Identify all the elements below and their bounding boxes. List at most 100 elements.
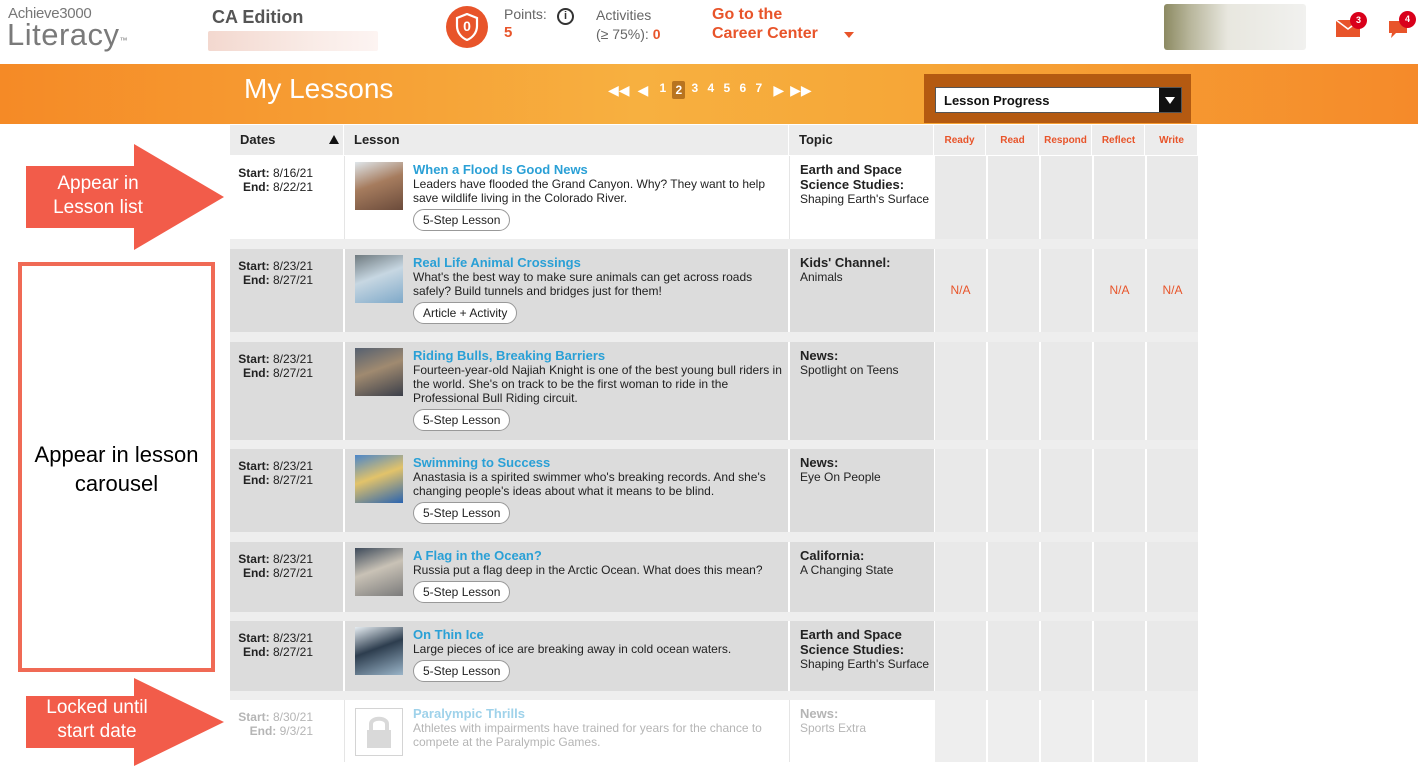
prev-page-icon[interactable]: ◀: [638, 83, 649, 97]
page-link-3[interactable]: 3: [688, 81, 701, 99]
lesson-thumbnail[interactable]: [355, 548, 403, 596]
progress-cell: [1093, 449, 1145, 532]
activities-label: Activities (≥ 75%): 0: [596, 6, 661, 44]
table-row[interactable]: Start: 8/23/21 End: 8/27/21 Riding Bulls…: [230, 342, 1198, 440]
table-row[interactable]: Start: 8/23/21 End: 8/27/21 On Thin Ice …: [230, 621, 1198, 691]
page-link-6[interactable]: 6: [736, 81, 749, 99]
lesson-type-button[interactable]: 5-Step Lesson: [413, 502, 511, 524]
dates-header-label: Dates: [240, 132, 276, 147]
progress-value: N/A: [1109, 283, 1130, 297]
annotation-carousel: Appear in lesson carousel: [34, 442, 199, 496]
topic-subcategory: Sports Extra: [800, 721, 867, 735]
start-label: Start:: [238, 352, 270, 366]
table-row[interactable]: Start: 8/23/21 End: 8/27/21 Real Life An…: [230, 249, 1198, 332]
lesson-title-link[interactable]: On Thin Ice: [413, 627, 788, 642]
lesson-type-button[interactable]: 5-Step Lesson: [413, 209, 511, 231]
annotation-carousel-box: Appear in lesson carousel: [18, 262, 215, 672]
lesson-thumbnail[interactable]: [355, 255, 403, 303]
logo-product[interactable]: Literacy™: [7, 17, 128, 53]
end-date: 9/3/21: [279, 724, 313, 738]
progress-cell: [987, 542, 1039, 612]
page-link-1[interactable]: 1: [656, 81, 669, 99]
progress-cell: [934, 542, 986, 612]
end-label: End:: [242, 180, 270, 194]
lesson-description: Fourteen-year-old Najiah Knight is one o…: [413, 363, 782, 405]
page-link-2[interactable]: 2: [672, 81, 686, 99]
start-label: Start:: [238, 631, 270, 645]
topic-subcategory: Animals: [800, 270, 843, 284]
lesson-thumbnail[interactable]: [355, 455, 403, 503]
lesson-topic: California: A Changing State: [789, 542, 934, 612]
progress-cell: [987, 449, 1039, 532]
lesson-title-link[interactable]: Real Life Animal Crossings: [413, 255, 788, 270]
lesson-type-button[interactable]: 5-Step Lesson: [413, 581, 511, 603]
progress-header-reflect: Reflect: [1093, 125, 1145, 155]
progress-cell: [1040, 621, 1092, 691]
start-label: Start:: [238, 166, 270, 180]
topic-header: Topic: [789, 125, 934, 155]
lesson-cell: A Flag in the Ocean? Russia put a flag d…: [344, 542, 788, 612]
page-link-4[interactable]: 4: [704, 81, 717, 99]
progress-cell: [987, 249, 1039, 332]
progress-cell: [987, 156, 1039, 239]
lesson-topic: Earth and Space Science Studies: Shaping…: [789, 156, 934, 239]
row-separator: [230, 332, 1198, 342]
row-separator: [230, 440, 1198, 449]
first-page-icon[interactable]: ◀◀: [608, 83, 630, 97]
lesson-title-link[interactable]: A Flag in the Ocean?: [413, 548, 788, 563]
progress-cell: [1040, 542, 1092, 612]
career-center-link[interactable]: Go to the Career Center: [712, 5, 818, 43]
end-date: 8/22/21: [272, 180, 313, 194]
mail-icon[interactable]: 3: [1335, 12, 1367, 43]
top-bar: Achieve3000 Literacy™ CA Edition 0 Point…: [0, 0, 1418, 64]
view-select[interactable]: Lesson Progress: [935, 87, 1182, 113]
shield-value: 0: [463, 18, 471, 34]
lesson-title-link[interactable]: When a Flood Is Good News: [413, 162, 788, 177]
chevron-down-icon[interactable]: [844, 32, 854, 38]
points-shield-icon: 0: [446, 6, 488, 48]
lesson-thumbnail[interactable]: [355, 162, 403, 210]
career-line2: Career Center: [712, 25, 818, 42]
topic-category: Kids' Channel:: [800, 255, 891, 270]
lesson-thumbnail[interactable]: [355, 348, 403, 396]
lesson-dates: Start: 8/23/21 End: 8/27/21: [230, 342, 343, 440]
table-row[interactable]: Start: 8/23/21 End: 8/27/21 Swimming to …: [230, 449, 1198, 532]
edition-label: CA Edition: [212, 7, 304, 27]
dropdown-arrow-icon[interactable]: [1159, 88, 1181, 112]
table-row[interactable]: Start: 8/23/21 End: 8/27/21 A Flag in th…: [230, 542, 1198, 612]
table-row[interactable]: Start: 8/30/21 End: 9/3/21 Paralympic Th…: [230, 700, 1198, 762]
start-date: 8/23/21: [272, 352, 313, 366]
last-page-icon[interactable]: ▶▶: [790, 83, 812, 97]
lesson-type-button[interactable]: 5-Step Lesson: [413, 409, 511, 431]
lesson-type-button[interactable]: Article + Activity: [413, 302, 518, 324]
page-link-7[interactable]: 7: [752, 81, 765, 99]
info-icon[interactable]: i: [557, 8, 574, 25]
start-date: 8/30/21: [272, 710, 313, 724]
lesson-title-link[interactable]: Riding Bulls, Breaking Barriers: [413, 348, 788, 363]
chat-icon[interactable]: 4: [1387, 11, 1416, 45]
logo-tm: ™: [119, 36, 129, 45]
end-label: End:: [242, 473, 270, 487]
progress-header-respond: Respond: [1040, 125, 1092, 155]
progress-cell: [934, 156, 986, 239]
progress-cell: N/A: [1093, 249, 1145, 332]
progress-value: N/A: [950, 283, 971, 297]
lesson-topic: Earth and Space Science Studies: Shaping…: [789, 621, 934, 691]
dates-header[interactable]: Dates: [230, 125, 344, 155]
lesson-description: Anastasia is a spirited swimmer who's br…: [413, 470, 766, 498]
lesson-topic: Kids' Channel: Animals: [789, 249, 934, 332]
progress-cell: [934, 449, 986, 532]
sort-ascending-icon[interactable]: [329, 135, 339, 144]
avatar[interactable]: [1164, 4, 1306, 50]
lesson-title-link[interactable]: Paralympic Thrills: [413, 706, 788, 721]
page-link-5[interactable]: 5: [720, 81, 733, 99]
lesson-dates: Start: 8/23/21 End: 8/27/21: [230, 542, 343, 612]
row-separator: [230, 239, 1198, 249]
lesson-type-button[interactable]: 5-Step Lesson: [413, 660, 511, 682]
lesson-title-link[interactable]: Swimming to Success: [413, 455, 788, 470]
table-row[interactable]: Start: 8/16/21 End: 8/22/21 When a Flood…: [230, 156, 1198, 239]
lesson-thumbnail[interactable]: [355, 627, 403, 675]
annotation-lesson-list: Appear in Lesson list: [53, 173, 143, 218]
page-title: My Lessons: [244, 73, 394, 104]
next-page-icon[interactable]: ▶: [773, 83, 784, 97]
